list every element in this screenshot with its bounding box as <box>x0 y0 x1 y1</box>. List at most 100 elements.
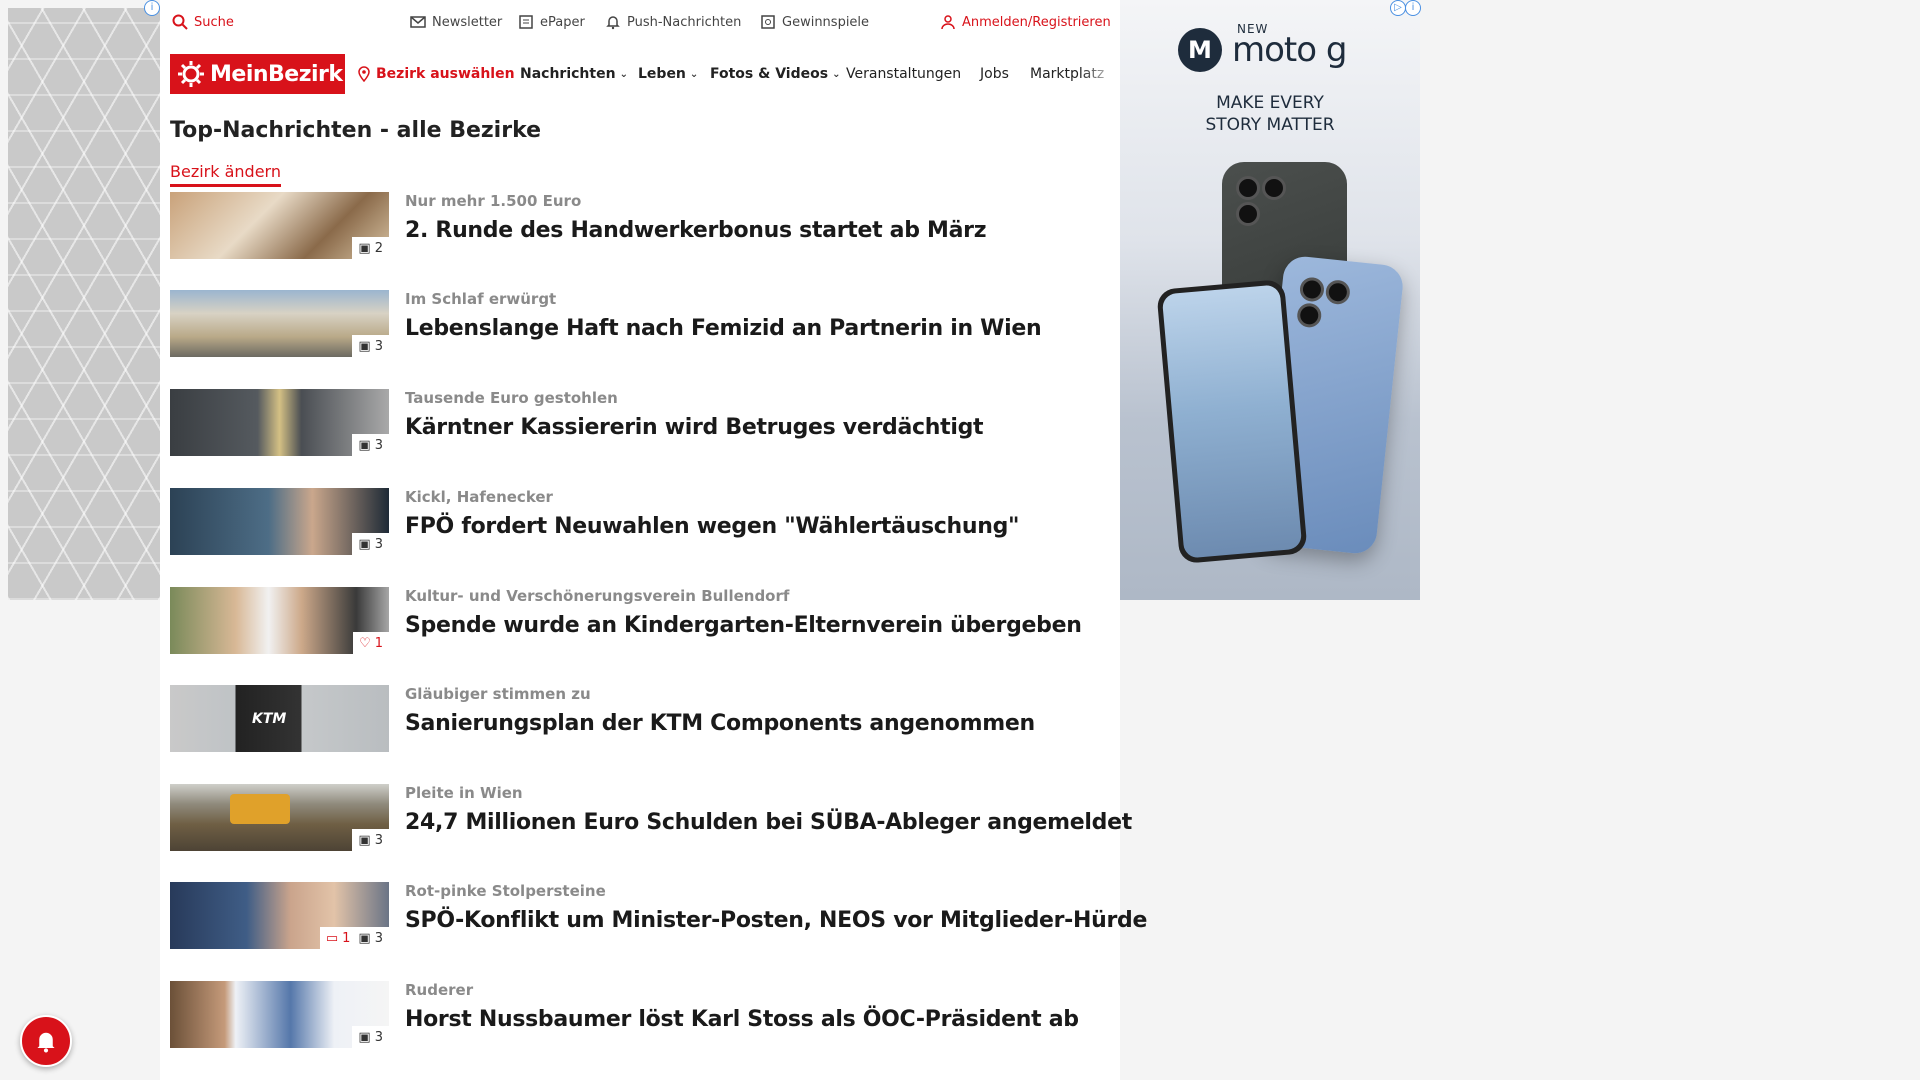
ad-info-icon[interactable]: i <box>1405 0 1421 16</box>
article-thumbnail[interactable]: ▣ 3 <box>170 290 389 357</box>
logo-sun-icon <box>178 61 204 87</box>
comment-icon: ▭ <box>325 930 339 946</box>
ad-play-icon[interactable]: ▷ <box>1390 0 1406 16</box>
photo-count-badge: ▣ 3 <box>352 335 389 357</box>
page-title: Top-Nachrichten - alle Bezirke <box>170 118 542 143</box>
gallery-icon: ▣ <box>358 240 371 256</box>
gallery-icon: ▣ <box>358 832 371 848</box>
push-link[interactable]: Push-Nachrichten <box>605 14 741 30</box>
article-kicker: Ruderer <box>405 981 474 999</box>
excavator-shape <box>230 794 290 824</box>
article-kicker: Nur mehr 1.500 Euro <box>405 192 582 210</box>
article-headline[interactable]: Sanierungsplan der KTM Components angeno… <box>405 711 1035 736</box>
article-thumbnail[interactable]: ▣ 3 <box>170 784 389 851</box>
epaper-link[interactable]: ePaper <box>518 14 585 30</box>
stats-badge: ▭ 1 ▣ 3 <box>319 927 389 949</box>
ad-brand: moto g <box>1232 30 1347 70</box>
phone-image-front <box>1156 278 1308 565</box>
article-thumbnail[interactable]: ▭ 1 ▣ 3 <box>170 882 389 949</box>
photo-count-badge: ▣ 3 <box>352 533 389 555</box>
camera-lens-icon <box>1262 176 1286 200</box>
search-link[interactable]: Suche <box>172 14 234 30</box>
article-item[interactable]: ▣ 3 Tausende Euro gestohlen Kärntner Kass… <box>170 389 1110 457</box>
gift-icon <box>760 14 776 30</box>
nav-jobs[interactable]: Jobs <box>980 66 1009 82</box>
camera-lens-icon <box>1324 279 1352 306</box>
ad-tagline-line-2: STORY MATTER <box>1205 115 1335 135</box>
notification-bell-button[interactable] <box>20 1015 72 1067</box>
article-item[interactable]: ▣ 3 Ruderer Horst Nussbaumer löst Karl St… <box>170 981 1110 1049</box>
bell-icon <box>37 1032 55 1053</box>
camera-lens-icon <box>1296 302 1323 329</box>
camera-lens-icon <box>1236 202 1260 226</box>
article-kicker: Kultur- und Verschönerungsverein Bullend… <box>405 587 790 605</box>
article-item[interactable]: ▣ 3 Kickl, Hafenecker FPÖ fordert Neuwahl… <box>170 488 1110 556</box>
photo-count-badge: ▣ 2 <box>352 237 389 259</box>
article-item[interactable]: KTM Gläubiger stimmen zu Sanierungsplan … <box>170 685 1110 753</box>
left-ad-banner[interactable] <box>8 8 160 600</box>
article-item[interactable]: ▣ 3 Pleite in Wien 24,7 Millionen Euro Sc… <box>170 784 1132 852</box>
article-item[interactable]: ▭ 1 ▣ 3 Rot-pinke Stolpersteine SPÖ-Konfli… <box>170 882 1147 950</box>
nav-fotos-videos[interactable]: Fotos & Videos ⌄ <box>710 66 840 82</box>
ad-tagline: MAKE EVERY STORY MATTER <box>1120 92 1420 136</box>
article-kicker: Pleite in Wien <box>405 784 523 802</box>
article-headline[interactable]: Spende wurde an Kindergarten-Elternverei… <box>405 613 1082 638</box>
gallery-icon: ▣ <box>358 536 371 552</box>
chevron-down-icon: ⌄ <box>689 68 699 80</box>
photo-count: 3 <box>374 1029 383 1045</box>
article-thumbnail[interactable]: ▣ 2 <box>170 192 389 259</box>
nav-leben[interactable]: Leben ⌄ <box>638 66 698 82</box>
chevron-down-icon: ⌄ <box>619 68 628 80</box>
photo-count: 3 <box>374 832 383 848</box>
ad-tagline-line-1: MAKE EVERY <box>1216 93 1324 113</box>
article-item[interactable]: ▣ 3 Im Schlaf erwürgt Lebenslange Haft na… <box>170 290 1110 358</box>
envelope-icon <box>410 14 426 30</box>
article-thumbnail[interactable]: ♡ 1 <box>170 587 389 654</box>
nav-veranstaltungen[interactable]: Veranstaltungen <box>846 66 961 82</box>
article-thumbnail[interactable]: ▣ 3 <box>170 488 389 555</box>
photo-count: 3 <box>374 930 383 946</box>
ad-info-icon[interactable]: i <box>144 0 160 16</box>
nav-nachrichten-label: Nachrichten <box>520 66 616 82</box>
right-ad-banner[interactable]: NEW M moto g MAKE EVERY STORY MATTER <box>1120 0 1420 600</box>
article-headline[interactable]: FPÖ fordert Neuwahlen wegen "Wählertäusc… <box>405 514 1020 539</box>
photo-count: 2 <box>374 240 383 256</box>
change-bezirk-link[interactable]: Bezirk ändern <box>170 162 281 187</box>
photo-count-badge: ▣ 3 <box>352 434 389 456</box>
epaper-label: ePaper <box>540 14 585 30</box>
article-thumbnail[interactable]: ▣ 3 <box>170 981 389 1048</box>
article-headline[interactable]: 2. Runde des Handwerkerbonus startet ab … <box>405 218 987 243</box>
gewinnspiele-link[interactable]: Gewinnspiele <box>760 14 869 30</box>
article-headline[interactable]: 24,7 Millionen Euro Schulden bei SÜBA-Ab… <box>405 810 1132 835</box>
push-label: Push-Nachrichten <box>627 14 742 30</box>
bell-icon <box>605 14 621 30</box>
nav-nachrichten[interactable]: Nachrichten ⌄ <box>520 66 628 82</box>
article-headline[interactable]: Lebenslange Haft nach Femizid an Partner… <box>405 316 1042 341</box>
site-logo[interactable]: MeinBezirk <box>170 54 345 94</box>
article-item[interactable]: ♡ 1 Kultur- und Verschönerungsverein Bull… <box>170 587 1110 655</box>
newsletter-link[interactable]: Newsletter <box>410 14 502 30</box>
article-headline[interactable]: SPÖ-Konflikt um Minister-Posten, NEOS vo… <box>405 908 1147 933</box>
login-link[interactable]: Anmelden/Registrieren <box>940 14 1111 30</box>
search-label: Suche <box>194 14 234 30</box>
main-content: Suche Newsletter ePaper Push-Nachrichten… <box>160 0 1147 1080</box>
camera-lens-icon <box>1236 176 1260 200</box>
article-headline[interactable]: Kärntner Kassiererin wird Betruges verdä… <box>405 415 984 440</box>
photo-count-badge: ▣ 3 <box>352 829 389 851</box>
heart-icon: ♡ <box>359 635 371 651</box>
gallery-icon: ▣ <box>358 437 371 453</box>
nav-fotos-label: Fotos & Videos <box>710 66 829 82</box>
bezirk-select[interactable]: Bezirk auswählen <box>356 66 515 82</box>
article-thumbnail[interactable]: KTM <box>170 685 389 752</box>
bezirk-label: Bezirk auswählen <box>376 66 515 82</box>
article-headline[interactable]: Horst Nussbaumer löst Karl Stoss als ÖOC… <box>405 1007 1079 1032</box>
ktm-logo: KTM <box>252 711 287 727</box>
article-item[interactable]: ▣ 2 Nur mehr 1.500 Euro 2. Runde des Hand… <box>170 192 1110 260</box>
nav-leben-label: Leben <box>638 66 686 82</box>
nav-fade-overlay <box>1080 52 1120 98</box>
logo-text: MeinBezirk <box>210 61 343 87</box>
camera-lens-icon <box>1298 276 1326 303</box>
nav-jobs-label: Jobs <box>980 66 1009 82</box>
article-thumbnail[interactable]: ▣ 3 <box>170 389 389 456</box>
gallery-icon: ▣ <box>358 1029 371 1045</box>
